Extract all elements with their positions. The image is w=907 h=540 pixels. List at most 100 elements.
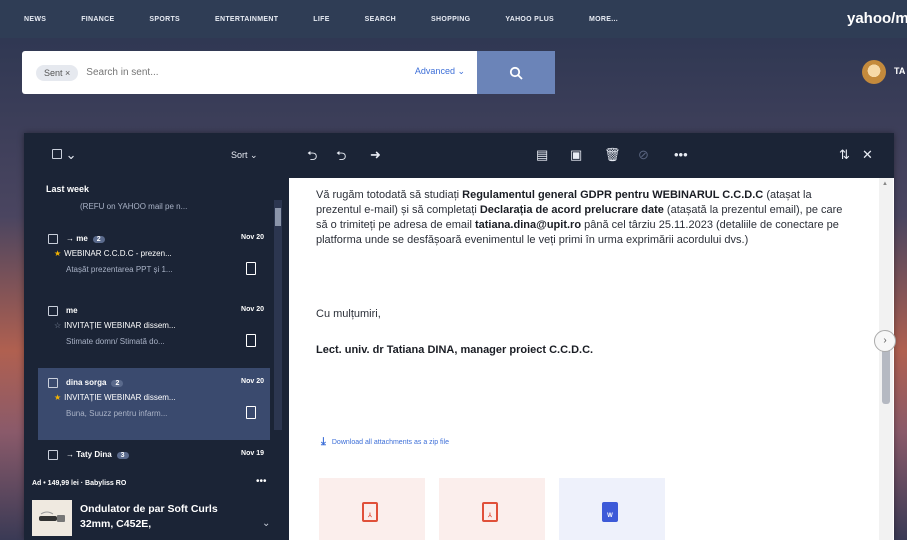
nav-news[interactable]: NEWS — [24, 16, 46, 23]
pdf-icon: ⅄ — [362, 502, 378, 522]
download-all-link[interactable]: ⤓ Download all attachments as a zip file — [321, 436, 449, 449]
advanced-search-link[interactable]: Advanced ⌄ — [415, 66, 465, 77]
message-list: Last week (REFU on YAHOO mail pe n... → … — [24, 178, 289, 540]
nav-shopping[interactable]: SHOPPING — [431, 16, 470, 23]
select-all-checkbox[interactable]: ⌄ — [52, 147, 77, 163]
sort-button[interactable]: Sort ⌄ — [231, 150, 258, 161]
item-subject: ★ WEBINAR C.C.D.C - prezen... — [54, 249, 254, 258]
nav-sports[interactable]: SPORTS — [149, 16, 180, 23]
nav-more[interactable]: MORE... — [589, 16, 618, 23]
attachment-icon — [246, 262, 256, 275]
avatar[interactable] — [862, 60, 886, 84]
archive-icon[interactable]: ▤ — [536, 147, 548, 163]
mail-panel: ⌄ Sort ⌄ ⮌ ⮌ ➜ ▤ ▣ 🗑 ⊘ ••• ⇅ ✕ Last week… — [24, 133, 894, 540]
star-icon[interactable]: ★ — [54, 249, 61, 258]
item-subject: ☆ INVITAȚIE WEBINAR dissem... — [54, 321, 254, 330]
list-item[interactable]: → Taty Dina 3 Nov 19 — [38, 440, 270, 470]
item-date: Nov 20 — [241, 378, 264, 385]
list-item[interactable]: me Nov 20 ☆ INVITAȚIE WEBINAR dissem... S… — [38, 296, 270, 368]
download-all-label: Download all attachments as a zip file — [331, 439, 449, 446]
folder-chip-label: Sent — [44, 67, 63, 78]
scroll-up-icon[interactable]: ▲ — [882, 181, 888, 187]
search-button[interactable] — [477, 51, 555, 94]
reply-all-icon[interactable]: ⮌ — [336, 147, 346, 169]
nav-life[interactable]: LIFE — [313, 16, 329, 23]
download-icon: ⤓ — [321, 436, 326, 448]
item-date: Nov 20 — [241, 306, 264, 313]
attachment-icon — [246, 406, 256, 419]
item-sender: → me 2 — [66, 234, 105, 243]
nav-entertainment[interactable]: ENTERTAINMENT — [215, 16, 278, 23]
item-checkbox[interactable] — [48, 234, 58, 244]
move-icon[interactable]: ▣ — [570, 147, 582, 163]
delete-icon[interactable]: 🗑 — [604, 147, 621, 163]
thread-count: 2 — [111, 380, 124, 387]
item-checkbox[interactable] — [48, 306, 58, 316]
item-preview: Atașăt prezentarea PPT și 1... — [66, 265, 173, 274]
item-subject-text: INVITAȚIE WEBINAR dissem... — [64, 321, 176, 330]
spam-icon[interactable]: ⊘ — [638, 147, 649, 163]
item-sender: dina sorga 2 — [66, 378, 124, 387]
item-subject: ★ INVITAȚIE WEBINAR dissem... — [54, 393, 254, 402]
nav-yahoo-plus[interactable]: YAHOO PLUS — [505, 16, 554, 23]
item-sender: me — [66, 306, 78, 315]
message-body: Vă rugăm totodată să studiați Regulament… — [289, 178, 894, 540]
word-doc-icon: W — [602, 502, 618, 522]
item-sender-name: Taty Dina — [76, 450, 112, 459]
forward-icon[interactable]: ➜ — [370, 147, 381, 163]
list-item-selected[interactable]: dina sorga 2 Nov 20 ★ INVITAȚIE WEBINAR di… — [38, 368, 270, 440]
attachment-card-pdf[interactable]: ⅄ — [319, 478, 425, 540]
closing-line: Cu mulțumiri, — [316, 308, 381, 320]
message-paragraph: Vă rugăm totodată să studiați Regulament… — [316, 188, 851, 248]
attachment-card-doc[interactable]: W — [559, 478, 665, 540]
sort-label: Sort — [231, 150, 248, 160]
item-preview: Buna, Suuzz pentru infarm... — [66, 409, 168, 418]
star-icon[interactable]: ★ — [54, 393, 61, 402]
yahoo-mail-logo[interactable]: yahoo/mail — [847, 10, 907, 27]
item-checkbox[interactable] — [48, 378, 58, 388]
item-sender-name: dina sorga — [66, 378, 107, 387]
email-address[interactable]: tatiana.dina@upit.ro — [475, 219, 581, 231]
ad-image[interactable] — [32, 500, 72, 536]
thread-count: 3 — [116, 452, 129, 459]
item-sender-name: me — [76, 234, 88, 243]
more-actions-icon[interactable]: ••• — [674, 147, 688, 162]
mail-toolbar: ⌄ Sort ⌄ ⮌ ⮌ ➜ ▤ ▣ 🗑 ⊘ ••• ⇅ ✕ — [24, 133, 894, 178]
attachment-icon — [246, 334, 256, 347]
advanced-label: Advanced — [414, 66, 455, 76]
top-nav: NEWS FINANCE SPORTS ENTERTAINMENT LIFE S… — [0, 0, 907, 38]
chevron-down-icon[interactable]: ⌄ — [262, 518, 270, 529]
account-name[interactable]: TA — [894, 66, 905, 76]
expand-side-icon[interactable]: › — [874, 330, 896, 352]
text-segment: Vă rugăm totodată să studiați — [316, 189, 463, 201]
attachment-card-pdf[interactable]: ⅄ — [439, 478, 545, 540]
search-icon — [509, 66, 523, 80]
collapse-icon[interactable]: ⇅ — [839, 147, 850, 163]
item-checkbox[interactable] — [48, 450, 58, 460]
star-empty-icon[interactable]: ☆ — [54, 321, 61, 330]
ad-more-icon[interactable]: ••• — [256, 476, 267, 487]
pdf-icon: ⅄ — [482, 502, 498, 522]
reply-icon[interactable]: ⮌ — [307, 147, 317, 169]
item-date: Nov 19 — [241, 450, 264, 457]
list-item-preview[interactable]: (REFU on YAHOO mail pe n... — [80, 202, 255, 211]
consent-declaration-text: Declarația de acord prelucrare date — [479, 204, 664, 216]
search-input[interactable] — [86, 67, 357, 78]
folder-chip[interactable]: Sent × — [36, 64, 79, 81]
body-scroll-thumb[interactable] — [882, 348, 890, 404]
list-item[interactable]: → me 2 Nov 20 ★ WEBINAR C.C.D.C - prezen..… — [38, 224, 270, 296]
item-date: Nov 20 — [241, 234, 264, 241]
hair-curler-icon — [39, 511, 65, 522]
list-scroll-thumb[interactable] — [275, 208, 281, 226]
item-sender: → Taty Dina 3 — [66, 450, 129, 459]
close-icon[interactable]: ✕ — [862, 147, 873, 163]
nav-finance[interactable]: FINANCE — [81, 16, 114, 23]
ad-label: Ad • 149,99 lei · Babyliss RO — [32, 480, 127, 487]
item-preview: Stimate domn/ Stimată do... — [66, 337, 165, 346]
list-scrollbar[interactable] — [274, 200, 282, 430]
gdpr-regulation-text: Regulamentul general GDPR pentru WEBINAR… — [462, 189, 764, 201]
item-subject-text: WEBINAR C.C.D.C - prezen... — [64, 249, 172, 258]
search-bar: Sent × Advanced ⌄ — [22, 51, 477, 94]
ad-title[interactable]: Ondulator de par Soft Curls 32mm, C452E, — [80, 502, 230, 532]
nav-search[interactable]: SEARCH — [365, 16, 396, 23]
